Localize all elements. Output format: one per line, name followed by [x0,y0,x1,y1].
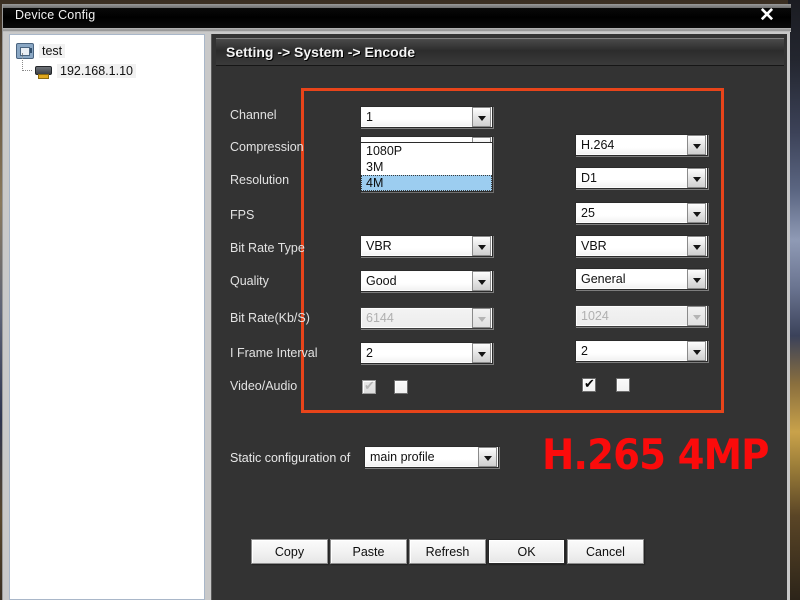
quality-value-sub: General [581,272,626,286]
video-checkbox-main[interactable] [362,378,376,394]
dropdown-option-4m[interactable]: 4M [361,175,492,191]
label-quality: Quality [230,274,269,288]
form-row-bitrate-type: Bit Rate Type VBR VBR [212,235,788,268]
chevron-down-icon[interactable] [478,447,497,467]
compression-value-sub: H.264 [581,138,615,152]
label-i-frame-interval: I Frame Interval [230,346,318,360]
channel-value: 1 [366,110,373,124]
label-static-config: Static configuration of [230,451,351,465]
label-bit-rate: Bit Rate(Kb/S) [230,311,310,325]
form-row-resolution: Resolution 4M D1 [212,167,788,200]
bitrate-type-select-main[interactable]: VBR [360,235,493,257]
device-icon [34,63,52,79]
device-tree-panel[interactable]: test 192.168.1.10 [9,34,205,600]
cancel-button[interactable]: Cancel [567,539,644,564]
paste-button[interactable]: Paste [330,539,407,564]
label-bit-rate-type: Bit Rate Type [230,241,305,255]
bitrate-input-sub: 1024 [575,305,708,327]
chevron-down-icon[interactable] [472,343,491,363]
close-icon[interactable]: ✕ [755,5,779,27]
chevron-down-icon[interactable] [472,271,491,291]
label-video-audio: Video/Audio [230,379,298,393]
chevron-down-icon[interactable] [687,168,706,188]
bitrate-value-sub: 1024 [581,309,609,323]
resolution-select-sub[interactable]: D1 [575,167,708,189]
quality-select-main[interactable]: Good [360,270,493,292]
label-fps: FPS [230,208,255,222]
label-channel: Channel [230,108,277,122]
dialog-button-bar: Copy Paste Refresh OK Cancel [212,539,788,569]
quality-select-sub[interactable]: General [575,268,708,290]
tree-item-label: 192.168.1.10 [57,64,136,78]
static-config-select[interactable]: main profile [364,446,499,468]
form-row-quality: Quality Good General [212,268,788,301]
form-row-bitrate: Bit Rate(Kb/S) 6144 1024 [212,305,788,338]
tree-item-test[interactable]: test [10,41,204,61]
copy-button[interactable]: Copy [251,539,328,564]
fps-value-sub: 25 [581,206,595,220]
compression-select-sub[interactable]: H.264 [575,134,708,156]
chevron-down-icon[interactable] [687,269,706,289]
static-config-value: main profile [370,450,435,464]
ok-button[interactable]: OK [488,539,565,564]
breadcrumb-bar: Setting -> System -> Encode [216,38,784,66]
quality-value-main: Good [366,274,397,288]
refresh-button[interactable]: Refresh [409,539,486,564]
bitrate-type-select-sub[interactable]: VBR [575,235,708,257]
resolution-dropdown-list[interactable]: 1080P 3M 4M [360,142,493,192]
dropdown-option-1080p[interactable]: 1080P [361,143,492,159]
audio-checkbox-sub[interactable] [616,378,630,392]
titlebar-top-edge [3,4,791,8]
chevron-down-icon[interactable] [687,135,706,155]
form-row-static-config: Static configuration of main profile [212,444,788,474]
chevron-down-icon[interactable] [472,107,491,127]
chevron-down-icon[interactable] [687,203,706,223]
window-title: Device Config [15,8,96,22]
breadcrumb: Setting -> System -> Encode [226,44,416,60]
titlebar-separator [3,28,791,32]
chevron-down-icon [687,306,706,326]
audio-checkbox-main[interactable] [394,380,408,394]
tree-connector-line [22,53,32,71]
form-row-channel: Channel 1 [212,102,788,135]
encode-settings-pane: Setting -> System -> Encode H.265 4MP Ch… [211,34,787,600]
iframe-select-sub[interactable]: 2 [575,340,708,362]
chevron-down-icon[interactable] [687,236,706,256]
form-row-video-audio: Video/Audio [212,373,788,406]
iframe-select-main[interactable]: 2 [360,342,493,364]
tree-item-device[interactable]: 192.168.1.10 [10,53,204,81]
iframe-value-sub: 2 [581,344,588,358]
video-checkbox-sub[interactable] [582,376,596,392]
tree-item-label: test [39,44,66,58]
device-config-window: Device Config ✕ test 192.168.1.10 Settin… [2,4,791,600]
window-titlebar: Device Config ✕ [3,4,791,28]
form-row-iframe: I Frame Interval 2 2 [212,340,788,373]
chevron-down-icon[interactable] [472,236,491,256]
bitrate-type-value-sub: VBR [581,239,607,253]
channel-select-main[interactable]: 1 [360,106,493,128]
resolution-value-sub: D1 [581,171,597,185]
label-compression: Compression [230,140,304,154]
form-row-fps: FPS 25 [212,202,788,235]
chevron-down-icon [472,308,491,328]
chevron-down-icon[interactable] [687,341,706,361]
bitrate-value-main: 6144 [366,311,394,325]
dropdown-option-3m[interactable]: 3M [361,159,492,175]
bitrate-input-main: 6144 [360,307,493,329]
form-row-compression: Compression H.265 H.264 [212,134,788,167]
fps-select-sub[interactable]: 25 [575,202,708,224]
label-resolution: Resolution [230,173,290,187]
iframe-value-main: 2 [366,346,373,360]
bitrate-type-value-main: VBR [366,239,392,253]
